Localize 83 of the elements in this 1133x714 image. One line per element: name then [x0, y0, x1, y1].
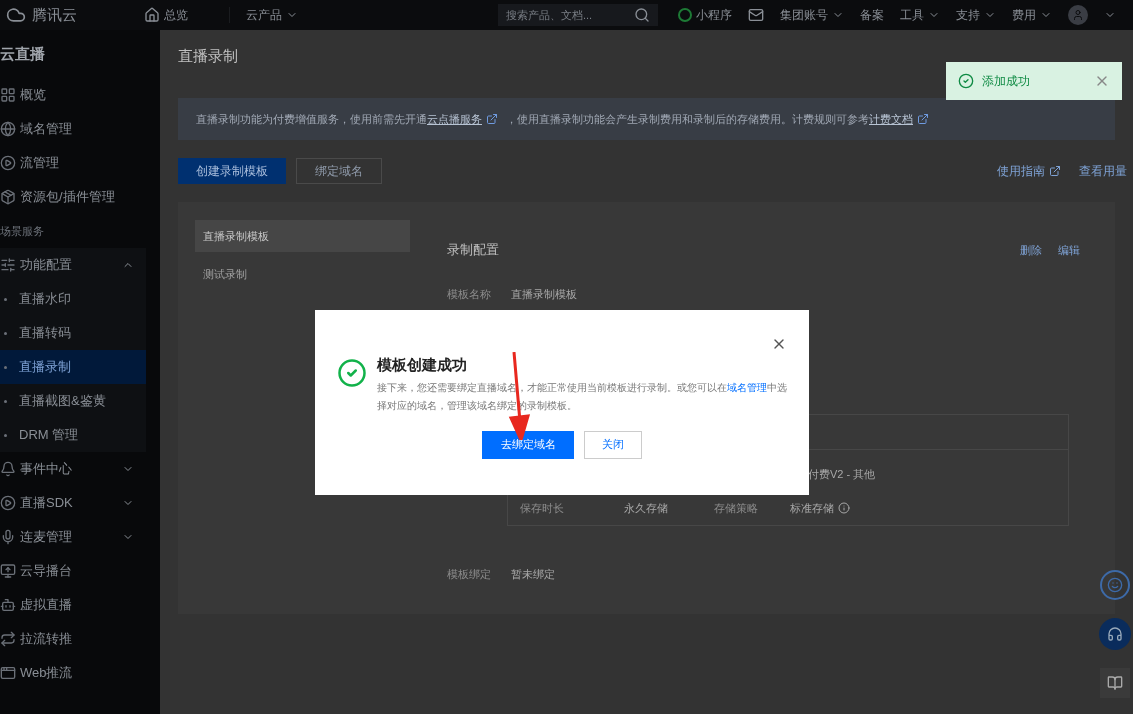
field-value: 直播录制模板 [511, 286, 577, 302]
sidebar-group[interactable]: 直播SDK [0, 486, 146, 520]
products-menu[interactable]: 云产品 [230, 6, 298, 24]
sidebar-item[interactable]: 拉流转推 [0, 622, 146, 656]
header-link[interactable]: 查看用量 [1079, 162, 1127, 180]
sidebar-group[interactable]: 功能配置 [0, 248, 146, 282]
sidebar-subitem[interactable]: DRM 管理 [0, 418, 146, 452]
sidebar-item[interactable]: 资源包/插件管理 [0, 180, 146, 214]
logo-text[interactable]: 腾讯云 [32, 3, 77, 27]
headset-icon [1107, 626, 1123, 642]
table-cell-text: 存储策略 [714, 501, 759, 516]
nav-link[interactable]: 备案 [860, 6, 884, 24]
sidebar-group[interactable]: 连麦管理 [0, 520, 146, 554]
nav-menu[interactable]: 费用 [1012, 6, 1052, 24]
user-icon [1072, 9, 1084, 21]
info-icon [838, 502, 850, 515]
sidebar-subitem[interactable]: 直播截图&鉴黄 [0, 384, 146, 418]
page-title: 直播录制 [178, 45, 239, 66]
dialog-button[interactable]: 去绑定域名 [482, 430, 574, 459]
sidebar-item[interactable]: 云导播台 [0, 554, 146, 588]
miniapp-icon [678, 8, 692, 22]
field-value: 暂未绑定 [511, 567, 555, 582]
banner-text: 直播录制功能为付费增值服务，使用前需先开通云点播服务 ，使用直播录制功能会产生录制费用和录制后的存储费用。计费规则可参考计费文档 [196, 110, 937, 128]
banner-link[interactable]: 计费文档 [869, 110, 929, 128]
dialog-button[interactable]: 关闭 [584, 430, 642, 459]
play-icon [0, 495, 16, 511]
package-icon [0, 189, 16, 205]
table-cell-text: 保存时长 [520, 501, 565, 516]
smile-icon [1107, 577, 1123, 593]
miniapp-link[interactable]: 小程序 [678, 6, 732, 24]
nav-menu[interactable]: 支持 [956, 6, 996, 24]
cloud-logo-icon [4, 5, 28, 25]
header-link[interactable]: 使用指南 [997, 162, 1061, 180]
external-link-icon [1049, 165, 1061, 177]
inline-link[interactable]: 域名管理 [727, 381, 767, 393]
external-link-icon [917, 113, 929, 125]
action-button[interactable]: 绑定域名 [296, 158, 382, 184]
table-cell-text: 标准存储 [790, 501, 834, 516]
sidebar-item[interactable]: 概览 [0, 78, 146, 112]
action-button[interactable]: 创建录制模板 [178, 158, 286, 184]
action-link[interactable]: 删除 [1020, 241, 1042, 258]
field-label: 模板名称 [447, 286, 491, 302]
table-cell-text: 永久存储 [624, 501, 669, 516]
action-link[interactable]: 编辑 [1058, 241, 1080, 258]
bell-icon [0, 461, 16, 477]
sidebar-subitem[interactable]: 直播转码 [0, 316, 146, 350]
globe-icon [0, 121, 16, 137]
book-icon [1107, 675, 1123, 691]
mail-icon[interactable] [748, 7, 764, 23]
play-icon [0, 155, 16, 171]
screen-icon [0, 563, 16, 579]
sidebar-item[interactable]: Web推流 [0, 656, 146, 690]
external-link-icon [486, 113, 498, 125]
window-icon [0, 665, 16, 681]
side-tab[interactable]: 直播录制模板 [195, 220, 410, 252]
sidebar-title: 云直播 [0, 43, 46, 64]
search-field[interactable]: 搜索产品、文档... [498, 4, 658, 26]
sliders-icon [0, 257, 16, 273]
section-title: 录制配置 [447, 241, 499, 259]
dialog-title: 模板创建成功 [377, 355, 468, 375]
swap-icon [0, 631, 16, 647]
field-label: 模板绑定 [447, 567, 491, 582]
success-icon [958, 73, 974, 89]
sidebar-item[interactable]: 流管理 [0, 146, 146, 180]
grid-icon [0, 87, 16, 103]
sidebar-subitem[interactable]: 直播录制 [0, 350, 146, 384]
nav-menu[interactable]: 集团账号 [780, 6, 844, 24]
sidebar-group[interactable]: 事件中心 [0, 452, 146, 486]
sidebar-item[interactable]: 虚拟直播 [0, 588, 146, 622]
toast-text: 添加成功 [982, 73, 1031, 90]
home-link[interactable]: 总览 [164, 6, 188, 24]
home-icon [144, 7, 160, 23]
search-icon [634, 7, 650, 23]
table-cell-text: 付费V2 - 其他 [808, 467, 876, 482]
sidebar-item[interactable]: 域名管理 [0, 112, 146, 146]
banner-link[interactable]: 云点播服务 [427, 110, 498, 128]
docs-button[interactable] [1100, 668, 1130, 698]
sidebar-section: 场景服务 [0, 214, 160, 248]
success-icon [337, 358, 367, 388]
sidebar-subitem[interactable]: 直播水印 [0, 282, 146, 316]
microphone-icon [0, 529, 16, 545]
robot-icon [0, 597, 16, 613]
nav-menu[interactable]: 工具 [900, 6, 940, 24]
